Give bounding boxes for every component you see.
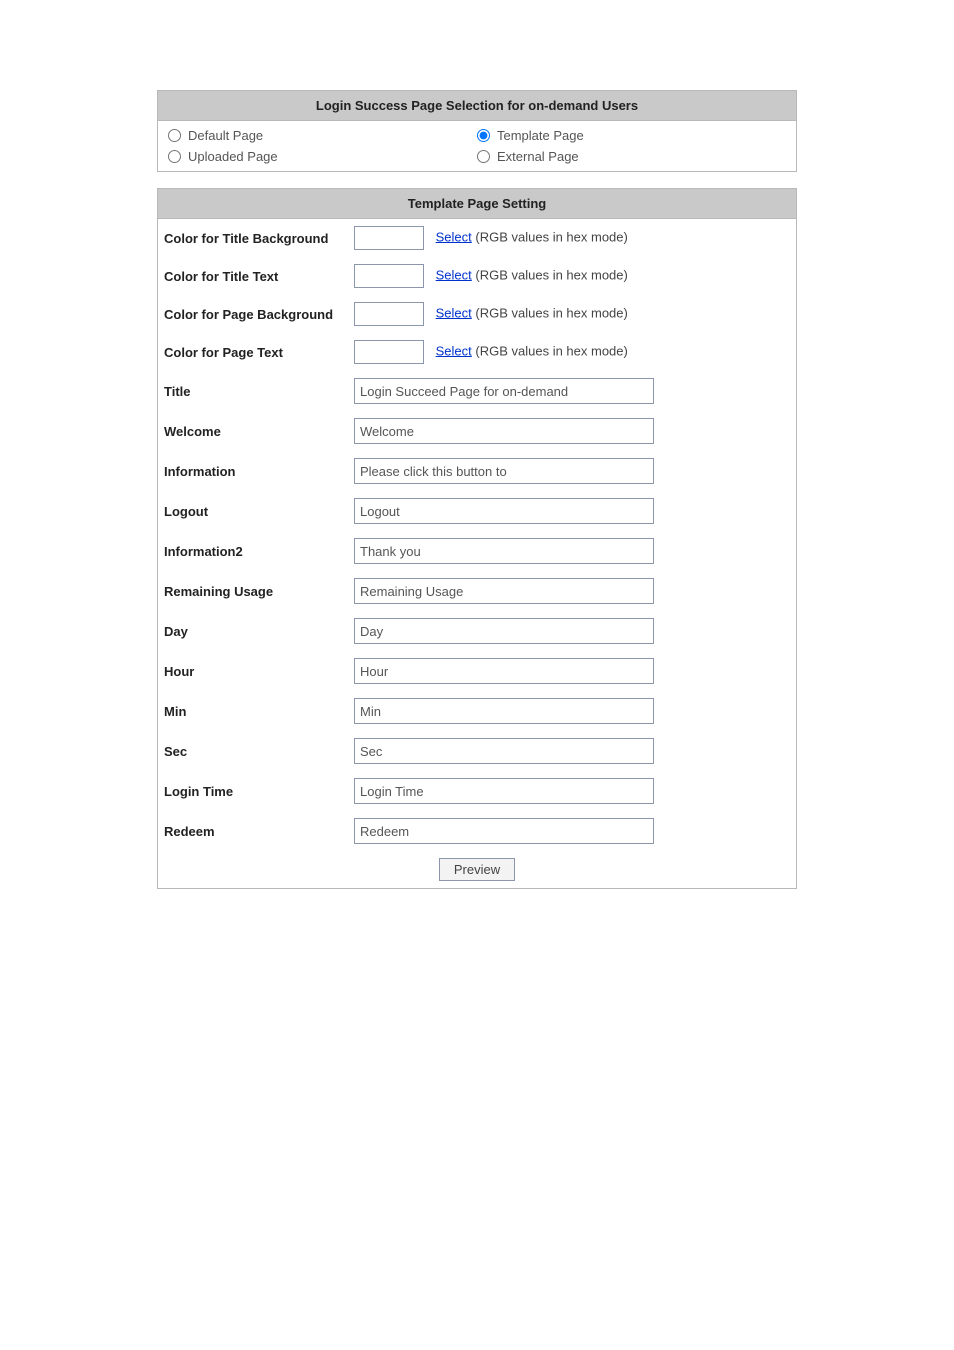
page-selection-panel: Login Success Page Selection for on-dema… bbox=[157, 90, 797, 172]
radio-uploaded-page[interactable]: Uploaded Page bbox=[168, 148, 477, 165]
radio-external-page-input[interactable] bbox=[477, 150, 490, 163]
preview-button[interactable]: Preview bbox=[439, 858, 515, 881]
label-redeem: Redeem bbox=[158, 811, 348, 851]
label-hour: Hour bbox=[158, 651, 348, 691]
input-day[interactable] bbox=[354, 618, 654, 644]
label-color-page-bg: Color for Page Background bbox=[158, 295, 348, 333]
input-redeem[interactable] bbox=[354, 818, 654, 844]
input-min[interactable] bbox=[354, 698, 654, 724]
radio-external-page[interactable]: External Page bbox=[477, 148, 786, 165]
select-link-color-page-text[interactable]: Select bbox=[436, 343, 472, 358]
label-login-time: Login Time bbox=[158, 771, 348, 811]
page-selection-header: Login Success Page Selection for on-dema… bbox=[158, 91, 796, 121]
label-welcome: Welcome bbox=[158, 411, 348, 451]
select-link-color-title-text[interactable]: Select bbox=[436, 267, 472, 282]
radio-uploaded-page-input[interactable] bbox=[168, 150, 181, 163]
label-remaining: Remaining Usage bbox=[158, 571, 348, 611]
radio-template-page[interactable]: Template Page bbox=[477, 127, 786, 144]
input-welcome[interactable] bbox=[354, 418, 654, 444]
label-color-page-text: Color for Page Text bbox=[158, 333, 348, 371]
label-title: Title bbox=[158, 371, 348, 411]
input-hour[interactable] bbox=[354, 658, 654, 684]
radio-external-page-label: External Page bbox=[497, 149, 579, 164]
swatch-color-page-bg[interactable] bbox=[354, 302, 424, 326]
hint-color-title-text: (RGB values in hex mode) bbox=[475, 267, 627, 282]
label-day: Day bbox=[158, 611, 348, 651]
radio-default-page-label: Default Page bbox=[188, 128, 263, 143]
hint-color-title-bg: (RGB values in hex mode) bbox=[475, 229, 627, 244]
select-link-color-title-bg[interactable]: Select bbox=[436, 229, 472, 244]
radio-uploaded-page-label: Uploaded Page bbox=[188, 149, 278, 164]
template-settings-panel: Template Page Setting Color for Title Ba… bbox=[157, 188, 797, 889]
radio-default-page[interactable]: Default Page bbox=[168, 127, 477, 144]
input-logout[interactable] bbox=[354, 498, 654, 524]
label-information: Information bbox=[158, 451, 348, 491]
hint-color-page-bg: (RGB values in hex mode) bbox=[475, 305, 627, 320]
swatch-color-page-text[interactable] bbox=[354, 340, 424, 364]
label-color-title-bg: Color for Title Background bbox=[158, 219, 348, 257]
input-information2[interactable] bbox=[354, 538, 654, 564]
input-login-time[interactable] bbox=[354, 778, 654, 804]
input-sec[interactable] bbox=[354, 738, 654, 764]
label-logout: Logout bbox=[158, 491, 348, 531]
radio-default-page-input[interactable] bbox=[168, 129, 181, 142]
input-remaining[interactable] bbox=[354, 578, 654, 604]
radio-template-page-input[interactable] bbox=[477, 129, 490, 142]
label-min: Min bbox=[158, 691, 348, 731]
swatch-color-title-text[interactable] bbox=[354, 264, 424, 288]
select-link-color-page-bg[interactable]: Select bbox=[436, 305, 472, 320]
label-sec: Sec bbox=[158, 731, 348, 771]
input-title[interactable] bbox=[354, 378, 654, 404]
label-information2: Information2 bbox=[158, 531, 348, 571]
template-settings-header: Template Page Setting bbox=[158, 189, 796, 219]
hint-color-page-text: (RGB values in hex mode) bbox=[475, 343, 627, 358]
label-color-title-text: Color for Title Text bbox=[158, 257, 348, 295]
radio-template-page-label: Template Page bbox=[497, 128, 584, 143]
input-information[interactable] bbox=[354, 458, 654, 484]
swatch-color-title-bg[interactable] bbox=[354, 226, 424, 250]
